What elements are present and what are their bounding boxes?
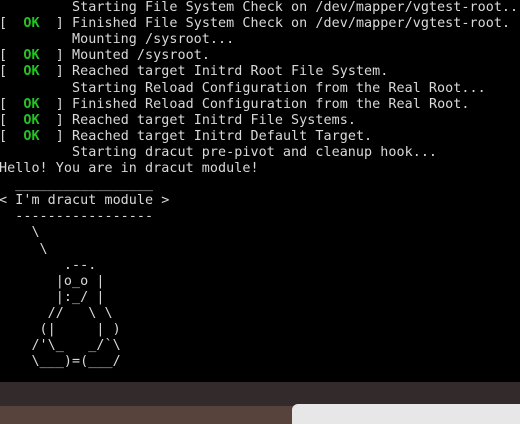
console-line: Hello! You are in dracut module! <box>0 161 259 177</box>
keyboard-edge <box>292 404 520 424</box>
console-line: .--. <box>0 258 96 274</box>
console-message: Reached target Initrd File Systems. <box>72 112 356 128</box>
status-ok: OK <box>7 128 56 144</box>
console-line: ----------------- <box>0 209 153 225</box>
status-bracket-close: ] <box>55 96 73 112</box>
status-ok: OK <box>7 16 56 32</box>
status-bracket-close: ] <box>55 48 73 64</box>
console-message: Hello! You are in dracut module! <box>0 161 259 176</box>
console-message: \ <box>0 241 48 257</box>
console-message: Starting Reload Configuration from the R… <box>0 80 486 96</box>
console-message: (| | ) <box>0 322 121 337</box>
console-message: ----------------- <box>0 209 154 225</box>
console-line: \ <box>0 225 40 241</box>
console-message: < I'm dracut module > <box>0 193 170 209</box>
console-line: [ OK ] Finished Reload Configuration fro… <box>0 97 470 113</box>
console-line: < I'm dracut module > <box>0 193 169 209</box>
console-line: Starting Reload Configuration from the R… <box>0 81 486 97</box>
console-line: \ <box>0 242 48 258</box>
status-bracket-close: ] <box>55 64 73 80</box>
console-line: Starting dracut pre-pivot and cleanup ho… <box>0 145 437 161</box>
console-line: // \ \ <box>0 306 113 322</box>
console-message: /'\_ _/`\ <box>0 338 121 354</box>
console-line: [ OK ] Finished File System Check on /de… <box>0 16 510 32</box>
console-message: Finished File System Check on /dev/mappe… <box>72 16 511 32</box>
console-message: Finished Reload Configuration from the R… <box>72 96 470 112</box>
status-ok: OK <box>7 48 56 64</box>
console-line: Mounting /sysroot... <box>0 32 234 48</box>
status-ok: OK <box>7 64 56 80</box>
console-message: Starting dracut pre-pivot and cleanup ho… <box>0 144 438 160</box>
boot-console-screen: Starting File System Check on /dev/mappe… <box>0 0 520 382</box>
status-bracket-close: ] <box>55 112 73 128</box>
status-bracket-close: ] <box>55 16 73 32</box>
console-message: Reached target Initrd Root File System. <box>72 64 389 80</box>
console-message: // \ \ <box>0 305 113 321</box>
console-line: \___)=(___/ <box>0 354 121 370</box>
console-message: \___)=(___/ <box>0 354 121 370</box>
status-bracket-close: ] <box>55 128 73 144</box>
console-message: |o_o | <box>0 273 105 289</box>
monitor-bezel <box>0 382 520 424</box>
console-message: \ <box>0 225 40 241</box>
console-line: |o_o | <box>0 273 105 290</box>
console-message: _________________ <box>0 177 154 193</box>
console-message: .--. <box>0 257 97 273</box>
console-line: [ OK ] Reached target Initrd Default Tar… <box>0 129 372 145</box>
console-line: /'\_ _/`\ <box>0 338 121 354</box>
console-message: Starting File System Check on /dev/mappe… <box>0 0 520 15</box>
status-ok: OK <box>7 96 56 112</box>
console-line: [ OK ] Reached target Initrd File System… <box>0 113 356 129</box>
console-message: |:_/ | <box>0 289 105 305</box>
console-line: [ OK ] Mounted /sysroot. <box>0 48 210 64</box>
console-line: [ OK ] Reached target Initrd Root File S… <box>0 64 388 80</box>
console-line: |:_/ | <box>0 289 105 306</box>
console-message: Mounted /sysroot. <box>72 48 210 64</box>
console-message: Mounting /sysroot... <box>0 32 235 48</box>
console-line: (| | ) <box>0 322 121 338</box>
console-message: Reached target Initrd Default Target. <box>72 128 373 144</box>
status-ok: OK <box>7 112 56 128</box>
console-line: _________________ <box>0 177 153 193</box>
console-line: Starting File System Check on /dev/mappe… <box>0 0 520 16</box>
